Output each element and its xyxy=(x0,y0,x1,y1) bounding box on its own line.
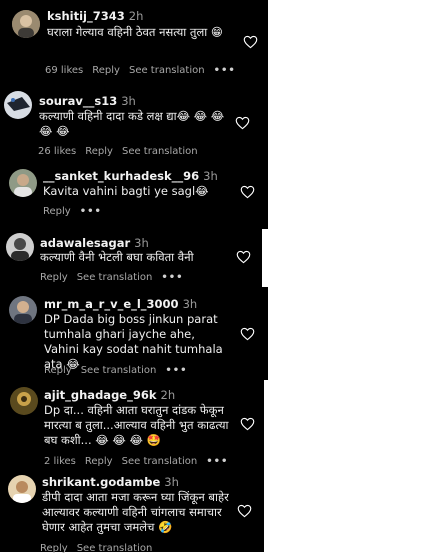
comment-text: Dp दा... वहिनी आता घरातुन दांडक फेकून मा… xyxy=(44,403,229,447)
like-heart-icon[interactable] xyxy=(235,116,250,130)
comment-text: DP Dada big boss jinkun parat tumhala gh… xyxy=(44,312,223,371)
likes-count[interactable]: 26 likes xyxy=(38,146,76,157)
comment-panel: adawalesagar 3h कल्याणी वैनी भेटली बघा कव… xyxy=(0,229,262,287)
more-options-button[interactable]: ••• xyxy=(206,456,228,467)
like-heart-icon[interactable] xyxy=(237,504,252,518)
comment-username[interactable]: mr_m_a_r_v_e_l_3000 3h xyxy=(44,297,197,311)
like-heart-icon[interactable] xyxy=(236,250,251,264)
comment-username[interactable]: adawalesagar 3h xyxy=(40,236,149,250)
comment-username[interactable]: shrikant.godambe 3h xyxy=(42,475,179,489)
comment-time: 2h xyxy=(128,9,144,23)
see-translation-link[interactable]: See translation xyxy=(129,65,205,76)
reply-button[interactable]: Reply xyxy=(44,365,72,376)
see-translation-link[interactable]: See translation xyxy=(81,365,157,376)
user-avatar-icon[interactable] xyxy=(10,387,38,415)
see-translation-link[interactable]: See translation xyxy=(122,146,198,157)
user-avatar-icon[interactable] xyxy=(8,475,36,503)
comment-actions: 2 likes Reply See translation ••• xyxy=(44,456,237,467)
see-translation-link[interactable]: See translation xyxy=(122,456,198,467)
comment-username[interactable]: sourav__s13 3h xyxy=(39,94,136,108)
comment-text: घराला गेल्याव वहिनी ठेवत नसत्या तुला 😁 xyxy=(47,25,223,39)
comment-text: Kavita vahini bagti ye sagl😂 xyxy=(43,184,209,198)
reply-button[interactable]: Reply xyxy=(85,456,113,467)
reply-button[interactable]: Reply xyxy=(40,272,68,283)
comment-time: 3h xyxy=(134,236,149,250)
more-options-button[interactable]: ••• xyxy=(214,65,236,76)
comment-panel: kshitij_7343 2h घराला गेल्याव वहिनी ठेवत … xyxy=(0,0,268,87)
comment-row: kshitij_7343 2h घराला गेल्याव वहिनी ठेवत … xyxy=(0,0,268,87)
comment-text: डीपी दादा आता मजा करून घ्या जिंकून बाहेर… xyxy=(42,490,229,534)
comment-panel: ajit_ghadage_96k 2h Dp दा... वहिनी आता घर… xyxy=(0,380,264,470)
comment-actions: Reply See translation ••• xyxy=(44,365,197,376)
comment-username[interactable]: __sanket_kurhadesk__96 3h xyxy=(43,169,218,183)
comment-panel: mr_m_a_r_v_e_l_3000 3h DP Dada big boss j… xyxy=(0,287,268,380)
like-heart-icon[interactable] xyxy=(240,417,255,431)
likes-count[interactable]: 69 likes xyxy=(45,65,83,76)
comment-username[interactable]: ajit_ghadage_96k 2h xyxy=(44,388,175,402)
comment-text: कल्याणी वैनी भेटली बघा कविता वैनी xyxy=(40,250,194,264)
comment-actions: Reply ••• xyxy=(43,206,111,217)
like-heart-icon[interactable] xyxy=(243,35,258,49)
reply-button[interactable]: Reply xyxy=(85,146,113,157)
comment-username[interactable]: kshitij_7343 2h xyxy=(47,9,143,23)
comment-panel: shrikant.godambe 3h डीपी दादा आता मजा करू… xyxy=(0,470,264,554)
user-avatar-icon[interactable] xyxy=(12,10,40,38)
comment-text: कल्याणी वहिनी दादा कडे लक्ष द्या😂 😂 😂 😂 … xyxy=(39,109,225,138)
like-heart-icon[interactable] xyxy=(240,185,255,199)
user-avatar-icon[interactable] xyxy=(6,233,34,261)
comment-time: 3h xyxy=(121,94,136,108)
more-options-button[interactable]: ••• xyxy=(161,272,183,283)
more-options-button[interactable]: ••• xyxy=(80,206,102,217)
comment-actions: 69 likes Reply See translation ••• xyxy=(45,65,245,76)
user-avatar-icon[interactable] xyxy=(4,91,32,119)
comment-time: 3h xyxy=(182,297,198,311)
user-avatar-icon[interactable] xyxy=(9,296,37,324)
reply-button[interactable]: Reply xyxy=(92,65,120,76)
like-heart-icon[interactable] xyxy=(240,327,255,341)
likes-count[interactable]: 2 likes xyxy=(44,456,76,467)
see-translation-link[interactable]: See translation xyxy=(77,543,153,554)
reply-button[interactable]: Reply xyxy=(40,543,68,554)
comment-time: 2h xyxy=(160,388,176,402)
see-translation-link[interactable]: See translation xyxy=(77,272,153,283)
comment-panel: sourav__s13 3h कल्याणी वहिनी दादा कडे लक्… xyxy=(0,87,268,159)
comment-time: 3h xyxy=(203,169,218,183)
comment-actions: Reply See translation xyxy=(40,543,161,554)
more-options-button[interactable]: ••• xyxy=(165,365,187,376)
comment-time: 3h xyxy=(164,475,179,489)
comment-actions: Reply See translation ••• xyxy=(40,272,193,283)
comment-panel: __sanket_kurhadesk__96 3h Kavita vahini b… xyxy=(0,159,268,229)
reply-button[interactable]: Reply xyxy=(43,206,71,217)
user-avatar-icon[interactable] xyxy=(9,169,37,197)
comment-actions: 26 likes Reply See translation xyxy=(38,146,207,157)
